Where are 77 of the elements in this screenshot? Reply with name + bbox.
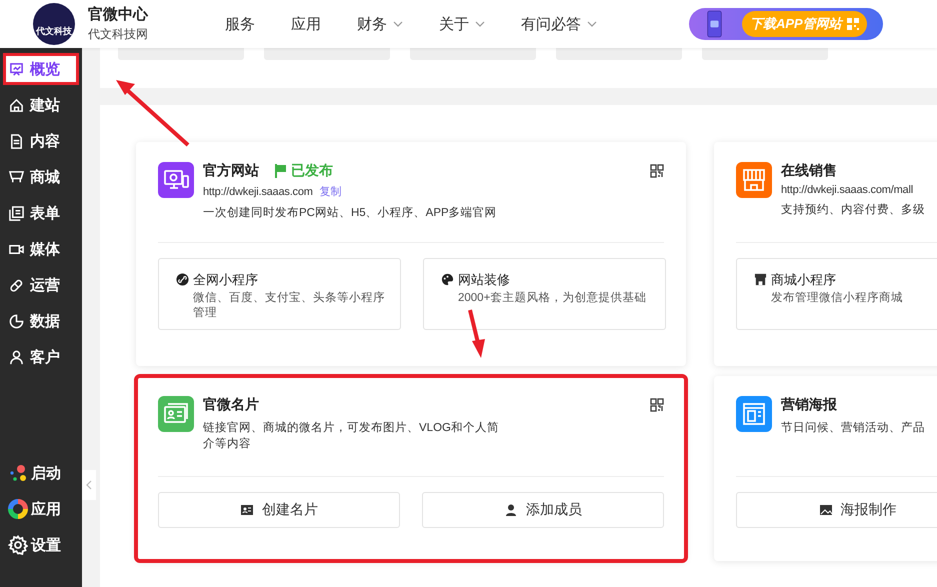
card-title: 官微名片 — [203, 396, 259, 414]
qr-code-icon — [846, 18, 859, 30]
card-description: 链接官网、商城的微名片，可发布图片、VLOG和个人简介等内容 — [203, 420, 500, 452]
phone-icon — [707, 10, 722, 38]
annotation-arrow — [468, 310, 485, 358]
settings-icon — [8, 535, 28, 555]
nav-link[interactable]: 服务 — [225, 14, 255, 34]
form-icon — [9, 206, 24, 220]
store-icon — [754, 273, 767, 286]
feature-tile[interactable]: 全网小程序 微信、百度、支付宝、头条等小程序管理 — [158, 258, 401, 330]
collapse-tab[interactable] — [82, 470, 96, 500]
tab-chip[interactable] — [556, 48, 682, 60]
sidebar-item[interactable]: 启动 — [3, 457, 79, 489]
home-icon — [9, 98, 24, 112]
nav-link[interactable]: 有问必答 — [521, 14, 597, 34]
action-button[interactable]: 添加成员 — [422, 492, 664, 528]
published-status: 已发布 — [275, 162, 333, 180]
feature-title: 全网小程序 — [193, 271, 259, 289]
flag-icon — [275, 164, 287, 178]
sidebar-item[interactable]: 客户 — [3, 341, 79, 373]
caret-icon — [393, 21, 403, 27]
sidebar-item[interactable]: 媒体 — [3, 233, 79, 265]
overview-icon — [9, 62, 24, 76]
feature-title: 网站装修 — [458, 271, 511, 289]
tab-chip[interactable] — [410, 48, 536, 60]
nav-link[interactable]: 应用 — [291, 14, 321, 34]
caret-icon — [475, 21, 485, 27]
qr-code-icon[interactable] — [650, 164, 664, 178]
color-ring-icon — [8, 499, 28, 519]
caret-icon — [587, 21, 597, 27]
sidebar-item[interactable]: 内容 — [3, 125, 79, 157]
feature-description: 2000+套主题风格，为创意提供基础 — [458, 291, 648, 306]
sidebar-item[interactable]: 商城 — [3, 161, 79, 193]
pie-icon — [9, 314, 24, 328]
sidebar-item[interactable]: 概览 — [3, 53, 79, 85]
card-description: 一次创建同时发布PC网站、H5、小程序、APP多端官网 — [203, 205, 498, 221]
pill-icon — [9, 278, 24, 292]
card-description: 支持预约、内容付费、多级 — [781, 202, 926, 218]
sidebar-item[interactable]: 数据 — [3, 305, 79, 337]
site-url: http://dwkeji.saaas.com/mall — [781, 184, 913, 196]
nav-link[interactable]: 关于 — [439, 14, 485, 34]
link-icon — [176, 273, 189, 286]
doc-icon — [9, 134, 24, 148]
chevron-left-icon — [86, 480, 92, 490]
sidebar-item[interactable]: 运营 — [3, 269, 79, 301]
qr-code-icon[interactable] — [650, 398, 664, 412]
feature-title: 商城小程序 — [771, 271, 837, 289]
site-url: http://dwkeji.saaas.com — [203, 186, 313, 198]
sidebar-item[interactable]: 设置 — [3, 529, 79, 561]
action-button[interactable]: 海报制作 — [736, 492, 937, 528]
action-button[interactable]: 创建名片 — [158, 492, 400, 528]
card-title: 在线销售 — [781, 162, 837, 180]
cart-icon — [9, 170, 24, 184]
app-subtitle: 代文科技网 — [88, 26, 149, 43]
image-icon — [818, 503, 832, 517]
card-description: 节日问候、营销活动、产品 — [781, 420, 926, 436]
feature-description: 发布管理微信小程序商城 — [771, 291, 904, 306]
tab-chip[interactable] — [702, 48, 828, 60]
feature-tile[interactable]: 网站装修 2000+套主题风格，为创意提供基础 — [423, 258, 666, 330]
palette-icon — [441, 273, 454, 286]
feature-tile[interactable]: 商城小程序 发布管理微信小程序商城 — [736, 258, 937, 330]
copy-link[interactable]: 复制 — [320, 186, 342, 198]
id-card-icon — [240, 503, 254, 517]
sidebar-item[interactable]: 应用 — [3, 493, 79, 525]
tab-chip[interactable] — [264, 48, 390, 60]
card-title: 营销海报 — [781, 396, 837, 414]
feature-description: 微信、百度、支付宝、头条等小程序管理 — [193, 291, 386, 321]
app-title: 官微中心 — [88, 5, 150, 24]
logo-text: 代文科技 — [36, 25, 72, 38]
colored-dots-icon — [8, 463, 28, 483]
nav-link[interactable]: 财务 — [357, 14, 403, 34]
tab-chip[interactable] — [118, 48, 244, 60]
person-icon — [504, 503, 518, 517]
sidebar-item[interactable]: 表单 — [3, 197, 79, 229]
user-icon — [9, 350, 24, 364]
card-title: 官方网站 — [203, 162, 259, 180]
sidebar-item[interactable]: 建站 — [3, 89, 79, 121]
